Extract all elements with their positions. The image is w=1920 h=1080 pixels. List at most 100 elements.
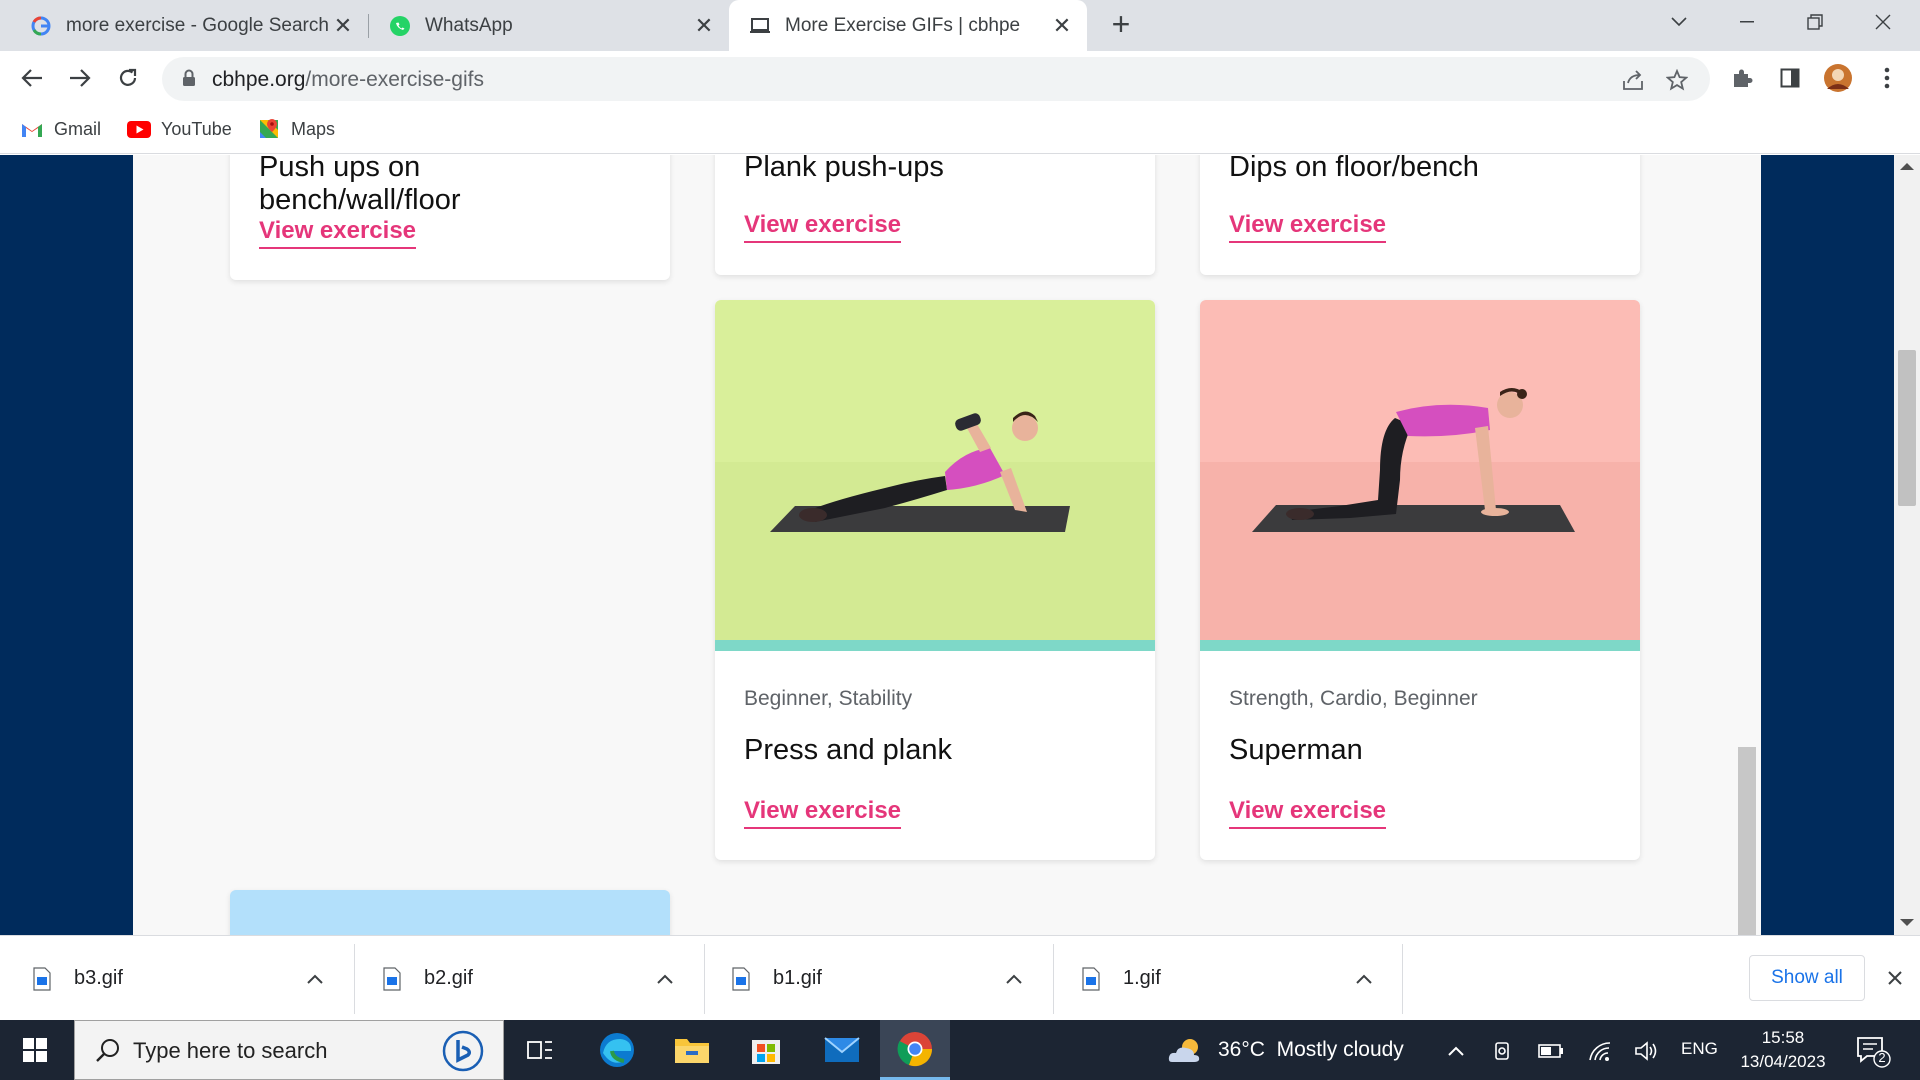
google-icon — [30, 15, 52, 37]
download-item[interactable]: b1.gif — [699, 936, 1049, 1021]
tab-title: More Exercise GIFs | cbhpe — [785, 14, 1021, 36]
weather-text: 36°C Mostly cloudy — [1218, 1038, 1404, 1061]
show-all-button[interactable]: Show all — [1749, 955, 1865, 1001]
meet-now-icon[interactable] — [1490, 1038, 1516, 1064]
download-item[interactable]: b2.gif — [350, 936, 700, 1021]
image-file-icon — [33, 966, 51, 991]
forward-button[interactable] — [62, 60, 98, 96]
chevron-up-icon[interactable] — [1443, 1038, 1469, 1064]
download-bar: b3.gif b2.gif b1.gif 1.gif Show all — [0, 935, 1920, 1020]
page-scrollbar[interactable] — [1894, 155, 1920, 935]
notification-center-button[interactable]: 2 — [1855, 1034, 1891, 1068]
exercise-card-dips: Dips on floor/bench View exercise — [1200, 155, 1640, 275]
bookmark-maps[interactable]: Maps — [257, 114, 335, 144]
gmail-icon — [20, 119, 44, 139]
share-button[interactable] — [1618, 65, 1648, 95]
url-domain: cbhpe.org — [212, 68, 306, 91]
minimize-button[interactable] — [1714, 0, 1780, 44]
new-tab-button[interactable]: + — [1106, 8, 1136, 40]
inner-scrollbar-thumb[interactable] — [1738, 747, 1756, 935]
download-filename: b2.gif — [424, 967, 473, 989]
clock[interactable]: 15:58 13/04/2023 — [1733, 1026, 1833, 1074]
edge-icon — [600, 1033, 634, 1067]
task-view-icon — [527, 1041, 552, 1059]
tab-whatsapp[interactable]: WhatsApp ✕ — [369, 0, 729, 51]
bookmark-star-button[interactable] — [1662, 65, 1692, 95]
chevron-up-icon[interactable] — [300, 964, 330, 994]
close-icon[interactable]: ✕ — [691, 13, 717, 39]
close-download-bar-button[interactable] — [1880, 963, 1910, 993]
tab-title: WhatsApp — [425, 14, 513, 36]
restore-button[interactable] — [1782, 0, 1848, 44]
chevron-up-icon[interactable] — [650, 964, 680, 994]
scrollbar-thumb[interactable] — [1898, 350, 1916, 506]
image-file-icon — [383, 966, 401, 991]
url-path: /more-exercise-gifs — [305, 68, 484, 91]
exercise-image[interactable] — [715, 300, 1155, 640]
download-item[interactable]: 1.gif — [1049, 936, 1399, 1021]
scroll-up-icon[interactable] — [1900, 163, 1914, 170]
exercise-card-superman: Strength, Cardio, Beginner Superman View… — [1200, 300, 1640, 860]
volume-icon[interactable] — [1633, 1038, 1659, 1064]
whatsapp-icon — [389, 15, 411, 37]
tab-more-exercise[interactable]: More Exercise GIFs | cbhpe ✕ — [729, 0, 1087, 51]
taskbar-search-input[interactable]: Type here to search — [74, 1020, 504, 1080]
start-button[interactable] — [0, 1020, 70, 1080]
microsoft-store-app[interactable] — [731, 1020, 801, 1080]
weather-widget[interactable]: 36°C Mostly cloudy — [1166, 1020, 1404, 1080]
folder-icon — [675, 1039, 709, 1063]
lock-icon[interactable] — [182, 69, 196, 92]
card-accent-bar — [715, 640, 1155, 651]
reload-icon — [119, 68, 137, 86]
bing-icon[interactable] — [441, 1030, 485, 1077]
language-indicator[interactable]: ENG — [1681, 1039, 1718, 1059]
download-item[interactable]: b3.gif — [0, 936, 350, 1021]
close-icon — [1888, 971, 1902, 985]
bookmark-gmail[interactable]: Gmail — [20, 114, 101, 144]
bookmark-label: Gmail — [54, 118, 102, 139]
avatar — [1824, 64, 1852, 92]
address-bar[interactable]: cbhpe.org/more-exercise-gifs — [162, 57, 1710, 101]
mail-app[interactable] — [807, 1020, 877, 1080]
close-icon[interactable]: ✕ — [1049, 13, 1075, 39]
view-exercise-link[interactable]: View exercise — [744, 211, 902, 243]
tab-google-search[interactable]: more exercise - Google Search ✕ — [0, 0, 368, 51]
download-separator — [1402, 944, 1403, 1014]
chrome-icon — [897, 1031, 933, 1066]
card-title: Press and plank — [744, 734, 952, 766]
exercise-image[interactable] — [1200, 300, 1640, 640]
download-filename: 1.gif — [1123, 967, 1161, 989]
side-panel-button[interactable] — [1775, 63, 1805, 93]
url-text: cbhpe.org/more-exercise-gifs — [212, 68, 484, 92]
close-icon[interactable]: ✕ — [330, 13, 356, 39]
bookmark-youtube[interactable]: YouTube — [127, 114, 232, 144]
windows-icon — [23, 1038, 47, 1062]
view-exercise-link[interactable]: View exercise — [259, 217, 417, 249]
close-window-button[interactable] — [1850, 0, 1916, 44]
edge-app[interactable] — [582, 1020, 652, 1080]
view-exercise-link[interactable]: View exercise — [1229, 797, 1387, 829]
scroll-down-icon[interactable] — [1900, 919, 1914, 926]
chrome-app[interactable] — [880, 1020, 950, 1080]
notification-count: 2 — [1878, 1050, 1886, 1065]
close-icon — [1875, 14, 1891, 30]
view-exercise-link[interactable]: View exercise — [1229, 211, 1387, 243]
profile-avatar[interactable] — [1823, 63, 1853, 93]
store-icon — [752, 1040, 780, 1064]
exercise-card-plank-push-ups: Plank push-ups View exercise — [715, 155, 1155, 275]
image-file-icon — [732, 966, 750, 991]
extensions-button[interactable] — [1727, 63, 1757, 93]
menu-button[interactable] — [1872, 63, 1902, 93]
wifi-icon[interactable] — [1587, 1038, 1613, 1064]
battery-icon[interactable] — [1538, 1038, 1564, 1064]
file-explorer-app[interactable] — [657, 1020, 727, 1080]
task-view-button[interactable] — [505, 1020, 575, 1080]
superman-gif — [1200, 388, 1640, 640]
exercise-card-partial[interactable] — [230, 890, 670, 935]
tab-search-button[interactable] — [1646, 0, 1712, 44]
chevron-up-icon[interactable] — [1349, 964, 1379, 994]
reload-button[interactable] — [110, 60, 146, 96]
back-button[interactable] — [14, 60, 50, 96]
view-exercise-link[interactable]: View exercise — [744, 797, 902, 829]
chevron-up-icon[interactable] — [999, 964, 1029, 994]
